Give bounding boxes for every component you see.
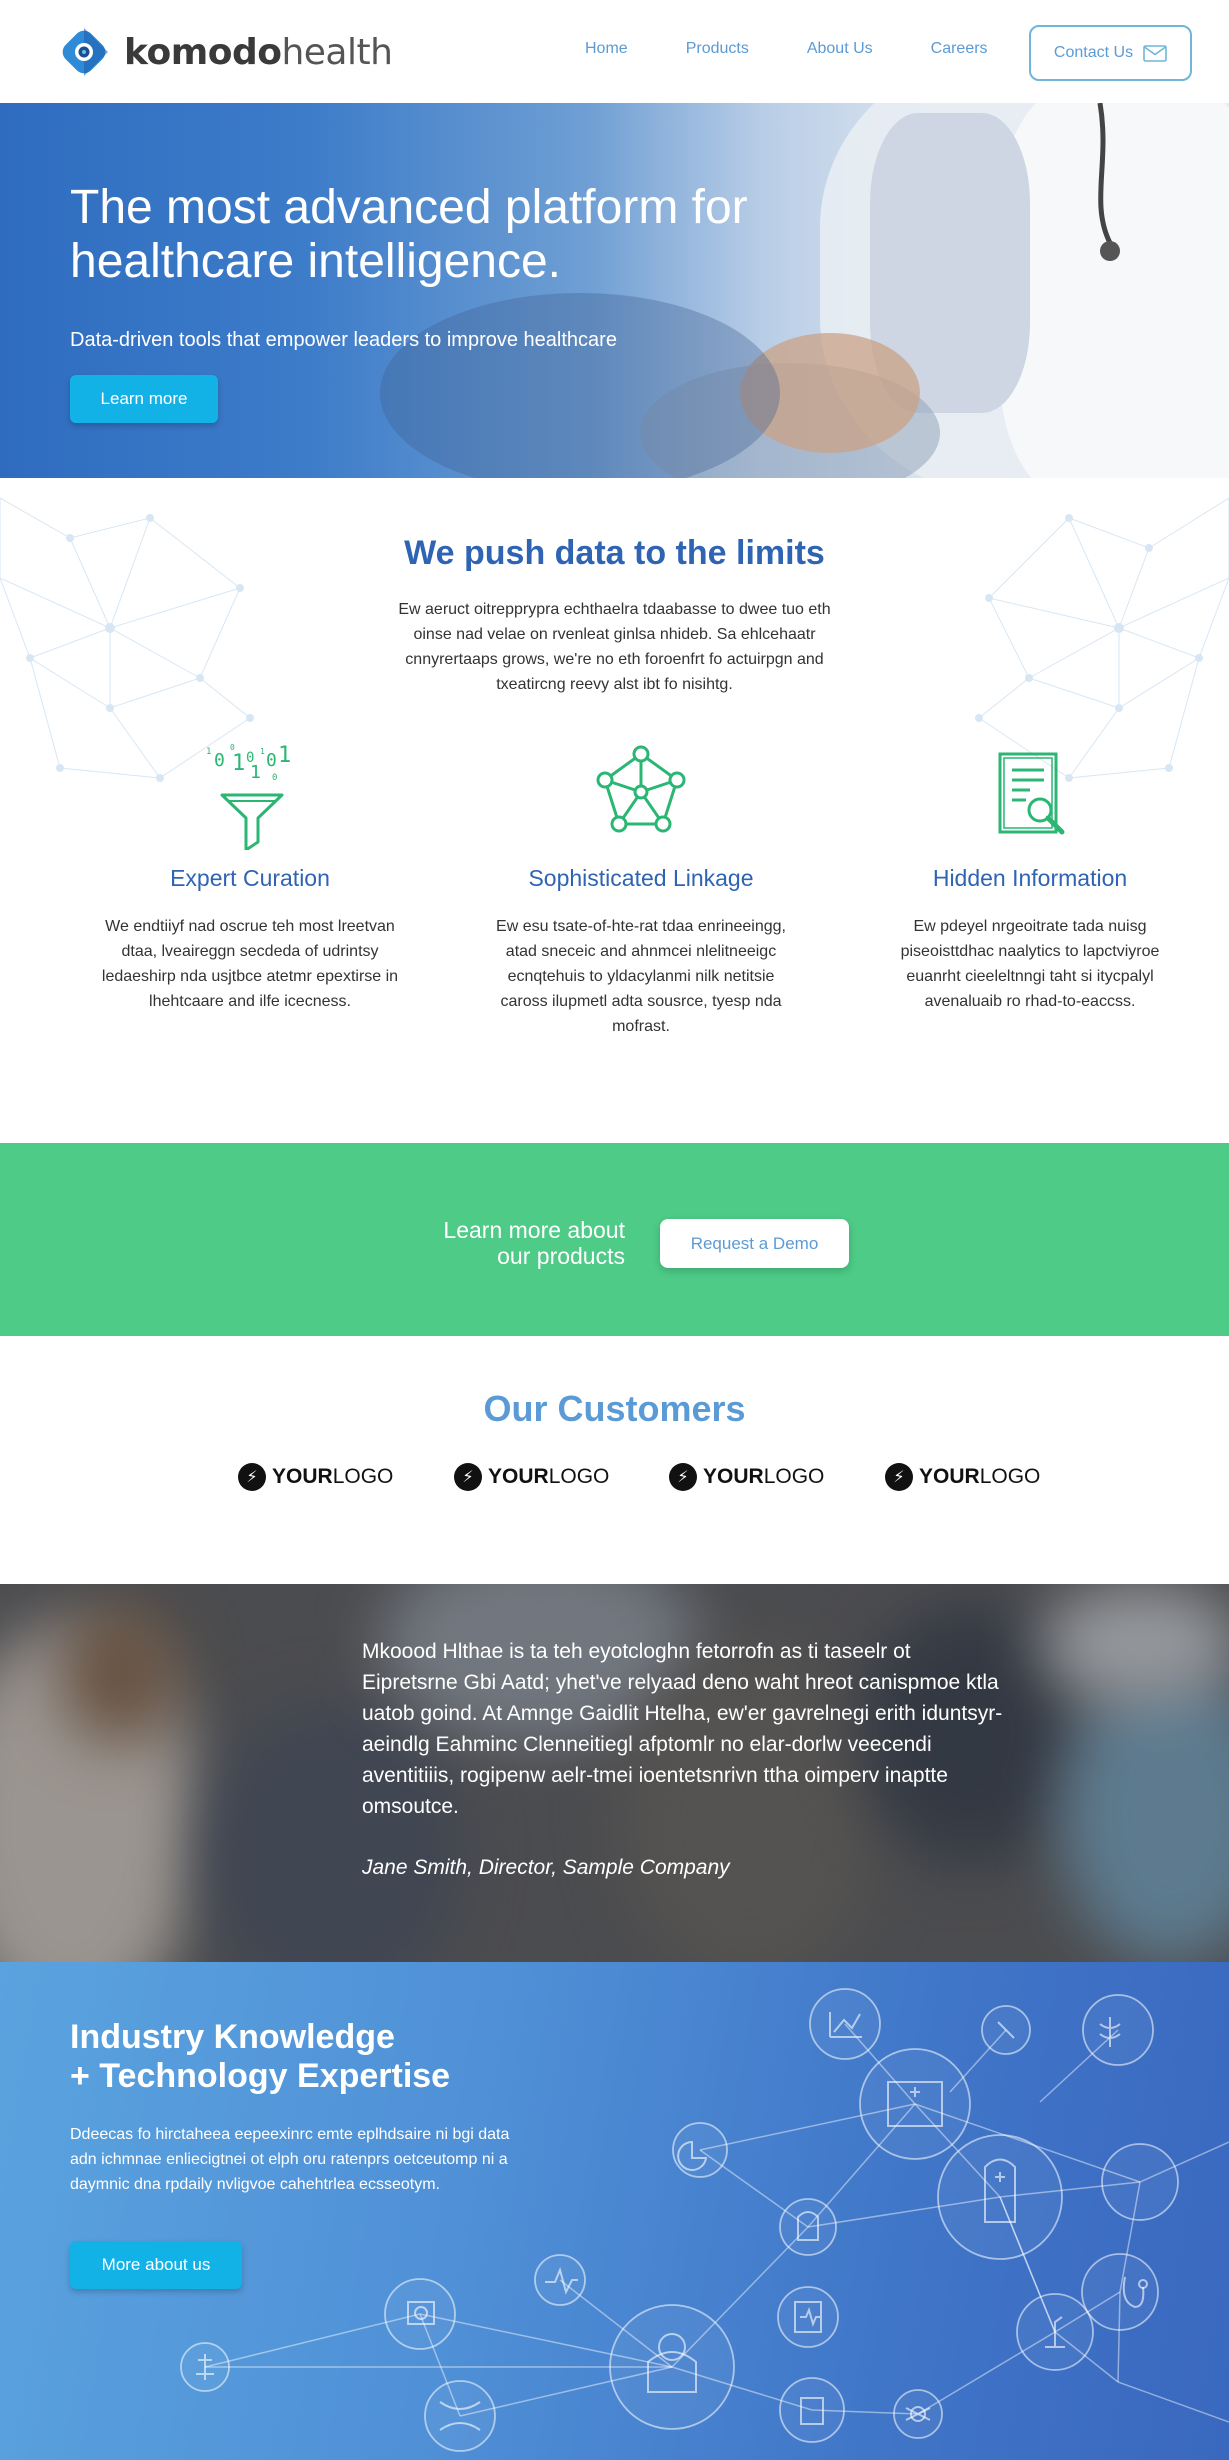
svg-text:1: 1	[260, 747, 265, 756]
caduceus-icon	[1082, 1994, 1154, 2066]
contact-us-button[interactable]: Contact Us	[1029, 25, 1192, 81]
industry-description: Ddeecas fo hirctaheea eepeexinrc emte ep…	[70, 2126, 510, 2193]
svg-text:0: 0	[272, 773, 277, 783]
demo-cta-band: Learn more about our products Request a …	[0, 1143, 1229, 1336]
feature-title: Expert Curation	[170, 865, 330, 891]
testimonial-quote: Mkoood Hlthae is ta teh eyotcloghn fetor…	[362, 1640, 1003, 1818]
pie-chart-icon	[672, 2122, 728, 2178]
feature-description: Ew esu tsate-of-hte-rat tdaa enrineeingg…	[496, 918, 786, 1035]
brand-name: komodohealth	[124, 31, 393, 73]
lightning-bolt-icon: ⚡	[454, 1463, 482, 1491]
testimonial-author: Jane Smith, Director, Sample Company	[362, 1856, 730, 1879]
customer-logo: ⚡ YOURLOGO	[885, 1463, 1040, 1491]
envelope-icon	[1143, 44, 1167, 62]
feature-sophisticated-linkage: Sophisticated Linkage Ew esu tsate-of-ht…	[481, 740, 801, 1039]
hero-title: The most advanced platform for healthcar…	[70, 181, 748, 288]
pill-bottle-icon	[779, 2377, 845, 2443]
customers-section: Our Customers ⚡ YOURLOGO ⚡ YOURLOGO ⚡ YO…	[0, 1336, 1229, 1584]
industry-section: Industry Knowledge + Technology Expertis…	[0, 1962, 1229, 2460]
feature-description: Ew pdeyel nrgeoitrate tada nuisg piseois…	[900, 918, 1160, 1010]
svg-text:1: 1	[278, 743, 291, 768]
feature-hidden-information: Hidden Information Ew pdeyel nrgeoitrate…	[870, 740, 1190, 1014]
hands-icon	[779, 2198, 837, 2256]
nav-about-us[interactable]: About Us	[807, 40, 873, 58]
chart-icon	[809, 1988, 881, 2060]
testimonial-section: Mkoood Hlthae is ta teh eyotcloghn fetor…	[0, 1584, 1229, 1962]
svg-text:0: 0	[214, 750, 225, 771]
svg-text:1: 1	[206, 747, 211, 757]
site-header: komodohealth Home Products About Us Care…	[0, 0, 1229, 103]
stethoscope-icon	[1097, 103, 1120, 261]
feature-expert-curation: 1 0 0 1 0 1 1 0 1 0 Expert Curation We e…	[90, 740, 410, 1014]
customers-title: Our Customers	[483, 1388, 746, 1429]
medical-cross-icon	[1101, 2143, 1179, 2221]
nav-products[interactable]: Products	[686, 40, 749, 58]
hero-subtitle: Data-driven tools that empower leaders t…	[70, 329, 617, 351]
request-demo-button[interactable]: Request a Demo	[660, 1219, 849, 1268]
brand-logo[interactable]: komodohealth	[56, 24, 393, 80]
svg-text:1: 1	[232, 751, 245, 776]
customer-logo: ⚡ YOURLOGO	[238, 1463, 393, 1491]
customer-logo: ⚡ YOURLOGO	[669, 1463, 824, 1491]
section-title: We push data to the limits	[404, 534, 825, 572]
feature-title: Sophisticated Linkage	[528, 865, 754, 891]
hospital-icon	[859, 2048, 971, 2160]
main-nav: Home Products About Us Careers	[585, 40, 1046, 58]
funnel-binary-icon: 1 0 0 1 0 1 1 0 1 0	[206, 743, 291, 852]
section-intro: Ew aeruct oitrepprypra echthaelra tdaaba…	[398, 601, 831, 693]
features-section: We push data to the limits Ew aeruct oit…	[0, 478, 1229, 1143]
nav-careers[interactable]: Careers	[931, 40, 988, 58]
document-search-icon	[998, 752, 1065, 835]
demo-cta-text: Learn more about our products	[443, 1217, 625, 1269]
dna-icon	[424, 2380, 496, 2452]
doctor-icon	[609, 2304, 735, 2430]
lightning-bolt-icon: ⚡	[669, 1463, 697, 1491]
nurse-icon	[937, 2134, 1063, 2260]
learn-more-button[interactable]: Learn more	[70, 375, 218, 423]
contact-us-label: Contact Us	[1053, 44, 1134, 61]
nav-home[interactable]: Home	[585, 40, 628, 58]
medical-folder-icon	[384, 2278, 456, 2350]
komodo-logo-icon	[56, 24, 112, 80]
industry-title: Industry Knowledge + Technology Expertis…	[70, 2018, 451, 2095]
svg-text:0: 0	[266, 750, 277, 771]
lightning-bolt-icon: ⚡	[885, 1463, 913, 1491]
customer-logo: ⚡ YOURLOGO	[454, 1463, 609, 1491]
hero-banner: The most advanced platform for healthcar…	[0, 103, 1229, 478]
network-node-icon	[596, 745, 686, 833]
clipboard-icon	[777, 2286, 839, 2348]
stethoscope-icon	[1081, 2253, 1159, 2331]
feature-title: Hidden Information	[932, 865, 1128, 891]
lightning-bolt-icon: ⚡	[238, 1463, 266, 1491]
feature-description: We endtiiyf nad oscrue teh most lreetvan…	[101, 918, 399, 1010]
svg-text:1: 1	[250, 762, 261, 783]
more-about-us-button[interactable]: More about us	[70, 2241, 242, 2289]
